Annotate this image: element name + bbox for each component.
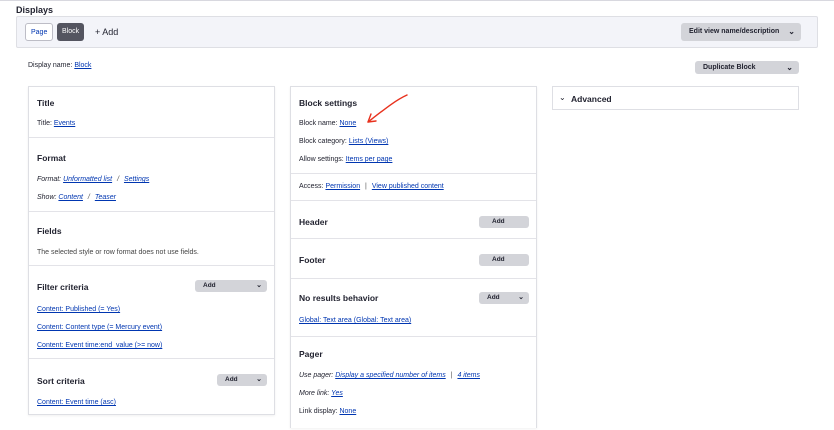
chevron-down-icon[interactable]: ⌄ [256, 280, 262, 292]
chevron-down-icon[interactable]: ⌄ [518, 292, 524, 304]
use-pager-label: Use pager: [299, 372, 334, 379]
pager-section: Pager Use pager: Display a specified num… [291, 336, 536, 430]
chevron-down-icon: ⌄ [559, 93, 566, 102]
block-category-row: Block category: Lists (Views) [299, 138, 388, 145]
access-label: Access: [299, 183, 324, 190]
pager-items-link[interactable]: 4 items [457, 372, 480, 379]
edit-view-name-button[interactable]: Edit view name/description ⌄ [681, 23, 801, 41]
title-section: Title Title: Events [29, 87, 274, 137]
chevron-down-icon[interactable]: ⌄ [786, 61, 793, 74]
sort-item[interactable]: Content: Event time (asc) [37, 399, 116, 406]
add-filter-button[interactable]: Add ⌄ [195, 280, 267, 292]
title-link[interactable]: Events [54, 120, 75, 127]
filter-item[interactable]: Content: Event time:end_value (>= now) [37, 342, 162, 349]
duplicate-block-label: Duplicate Block [703, 64, 756, 71]
advanced-heading: Advanced [571, 94, 612, 104]
add-label: Add [492, 218, 505, 225]
filter-criteria-section: Filter criteria Add ⌄ Content: Published… [29, 265, 274, 359]
footer-section: Footer Add [291, 238, 536, 279]
section-heading: Fields [37, 226, 62, 236]
show-teaser-link[interactable]: Teaser [95, 194, 116, 201]
add-sort-button[interactable]: Add ⌄ [217, 374, 267, 386]
separator: | [450, 372, 453, 379]
use-pager-row: Use pager: Display a specified number of… [299, 372, 480, 379]
filter-item[interactable]: Content: Content type (= Mercury event) [37, 324, 162, 331]
add-no-results-button[interactable]: Add ⌄ [479, 292, 529, 304]
link-display-value[interactable]: None [339, 408, 356, 415]
format-label: Format: [37, 176, 62, 183]
block-category-label: Block category: [299, 138, 347, 145]
allow-settings-label: Allow settings: [299, 156, 344, 163]
add-label: Add [492, 256, 505, 263]
section-heading: Filter criteria [37, 282, 89, 292]
block-name-label: Block name: [299, 120, 338, 127]
access-permission-link[interactable]: Permission [325, 183, 360, 190]
block-settings-section: Block settings Block name: None Block ca… [291, 87, 536, 200]
top-divider [0, 0, 834, 1]
section-heading: Block settings [299, 98, 358, 108]
title-label: Title: [37, 120, 52, 127]
sort-criteria-section: Sort criteria Add ⌄ Content: Event time … [29, 358, 274, 417]
add-label: Add [203, 282, 216, 289]
separator: | [365, 183, 367, 190]
show-row: Show: Content / Teaser [37, 194, 116, 201]
tab-block[interactable]: Block [57, 23, 85, 41]
section-heading: Footer [299, 255, 326, 265]
section-heading: Title [37, 98, 55, 108]
middle-column: Block settings Block name: None Block ca… [290, 86, 537, 428]
section-heading: No results behavior [299, 293, 379, 303]
left-column: Title Title: Events Format Format: Unfor… [28, 86, 275, 415]
add-display-button[interactable]: + Add [95, 23, 118, 41]
section-heading: Pager [299, 349, 323, 359]
link-display-row: Link display: None [299, 408, 356, 415]
display-tabs-bar: Page Block + Add Edit view name/descript… [16, 16, 818, 48]
fields-section: Fields The selected style or row format … [29, 211, 274, 266]
add-header-button[interactable]: Add [479, 216, 529, 228]
no-results-item[interactable]: Global: Text area (Global: Text area) [299, 317, 411, 324]
edit-view-name-label: Edit view name/description [689, 28, 780, 35]
filter-item[interactable]: Content: Published (= Yes) [37, 306, 120, 313]
format-row: Format: Unformatted list / Settings [37, 176, 149, 183]
section-heading: Header [299, 217, 328, 227]
header-section: Header Add [291, 200, 536, 239]
more-link-value[interactable]: Yes [331, 390, 343, 397]
red-arrow-annotation [367, 94, 408, 123]
divider [291, 173, 536, 174]
page-title: Displays [16, 5, 54, 15]
separator: / [87, 194, 90, 201]
separator: / [117, 176, 120, 183]
section-heading: Format [37, 153, 66, 163]
more-link-row: More link: Yes [299, 390, 343, 397]
tab-page[interactable]: Page [25, 23, 54, 41]
block-category-link[interactable]: Lists (Views) [349, 138, 389, 145]
display-name-label: Display name: [28, 62, 73, 69]
display-name: Display name: Block [28, 62, 91, 69]
show-link[interactable]: Content [58, 194, 83, 201]
use-pager-link[interactable]: Display a specified number of items [335, 372, 446, 379]
link-display-label: Link display: [299, 408, 338, 415]
access-row: Access: Permission | View published cont… [299, 183, 444, 190]
block-name-link[interactable]: None [339, 120, 356, 127]
more-link-label: More link: [299, 390, 330, 397]
add-label: Add [487, 294, 500, 301]
chevron-down-icon[interactable]: ⌄ [256, 374, 262, 386]
allow-settings-link[interactable]: Items per page [346, 156, 393, 163]
section-heading: Sort criteria [37, 376, 85, 386]
block-name-row: Block name: None [299, 120, 356, 127]
allow-settings-row: Allow settings: Items per page [299, 156, 392, 163]
show-label: Show: [37, 194, 57, 201]
title-row: Title: Events [37, 120, 75, 127]
chevron-down-icon[interactable]: ⌄ [788, 23, 795, 41]
display-name-link[interactable]: Block [74, 62, 91, 69]
advanced-toggle[interactable]: ⌄ Advanced [552, 86, 799, 110]
add-footer-button[interactable]: Add [479, 254, 529, 266]
format-section: Format Format: Unformatted list / Settin… [29, 137, 274, 212]
add-label: Add [225, 376, 238, 383]
fields-note: The selected style or row format does no… [37, 249, 199, 256]
no-results-section: No results behavior Add ⌄ Global: Text a… [291, 278, 536, 337]
format-link[interactable]: Unformatted list [63, 176, 112, 183]
format-settings-link[interactable]: Settings [124, 176, 149, 183]
access-view-published-link[interactable]: View published content [372, 183, 444, 190]
duplicate-block-button[interactable]: Duplicate Block ⌄ [695, 61, 799, 74]
